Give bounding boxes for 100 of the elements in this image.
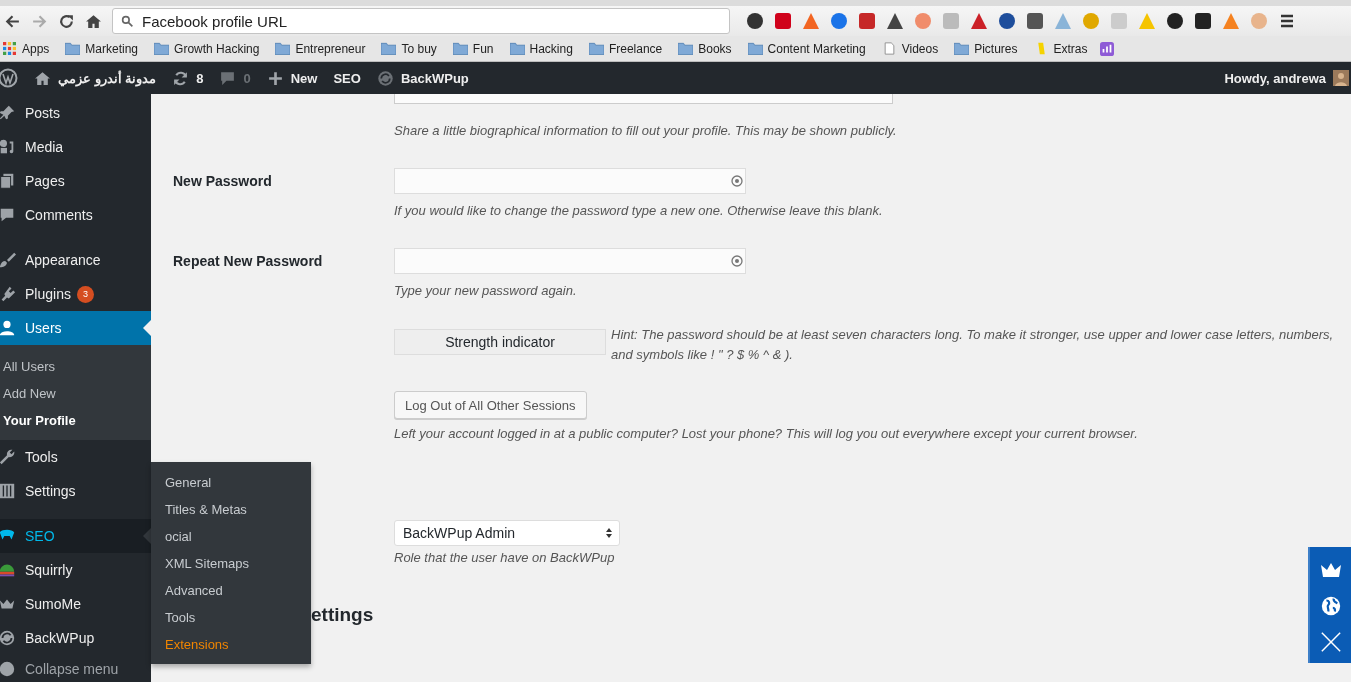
menu-icon-glyph [0,206,16,224]
flyout-item[interactable]: General [151,469,311,496]
password-field[interactable] [394,168,746,194]
apps-icon [2,42,17,55]
plus-icon [266,69,284,87]
folder-icon [154,42,170,55]
extension-icon[interactable] [1194,12,1212,30]
close-icon[interactable] [1318,631,1343,653]
menu-icon-glyph [0,251,16,269]
globe-icon [376,69,394,87]
site-link[interactable]: مدونة أندرو عزمي [26,69,165,87]
search-icon [121,14,134,28]
admin-bar-link[interactable]: SEO [325,70,369,86]
account-link[interactable]: Howdy, andrewa [1216,70,1351,86]
bookmark[interactable]: Freelance [588,41,663,56]
field-label: New Password [173,172,273,191]
menu-item[interactable]: SumoMe [0,587,151,621]
collapse-menu-button[interactable]: Collapse menu [0,655,151,682]
extension-icon[interactable] [746,12,764,30]
admin-bar-link[interactable]: BackWPup [368,69,477,87]
field-description: Share a little biographical information to fill out your profile. This may be shown publicly. [394,123,898,138]
folder-icon [747,42,763,55]
menu-item[interactable]: Tools [0,440,151,474]
field-description: If you would like to change the password type a new one. Otherwise leave this blank. [394,203,884,218]
home-icon[interactable] [85,12,102,30]
submenu-item[interactable]: All Users [0,353,151,380]
menu-item[interactable]: Settings [0,474,151,508]
address-bar[interactable]: Facebook profile URL [112,8,730,34]
avatar-icon [1333,70,1349,86]
menu-item[interactable]: Squirrly [0,553,151,587]
bookmark[interactable]: Pictures [954,41,1018,56]
submenu-item[interactable]: Add New [0,380,151,407]
refresh-icon [172,69,190,87]
folder-icon [588,42,604,55]
menu-item[interactable]: Pages [0,164,151,198]
bookmark[interactable]: Videos [881,41,939,56]
bookmark[interactable]: Hacking [509,41,573,56]
menu-item[interactable]: Posts [0,96,151,130]
bookmark[interactable]: Content Marketing [747,41,866,56]
submenu-item[interactable]: Your Profile [0,407,151,434]
strength-indicator: Strength indicator [394,329,606,355]
folder-icon [381,42,397,55]
log-out-sessions-button[interactable]: Log Out of All Other Sessions [394,391,587,419]
menu-item[interactable]: Media [0,130,151,164]
field-description: Type your new password again. [394,283,578,298]
extension-icon[interactable] [1026,12,1044,30]
menu-icon-glyph [0,319,16,337]
updates-link[interactable]: 8 [164,69,212,87]
bookmark[interactable]: Marketing [65,41,139,56]
field-description: Left your account logged in at a public computer? Lost your phone? This will log you out everywhere except your current browser. [394,426,1139,441]
update-count-badge: 3 [76,285,94,303]
menu-item[interactable]: BackWPup [0,621,151,655]
folder-icon [452,42,468,55]
menu-item[interactable]: Users [0,311,151,345]
chart-icon[interactable] [1099,41,1114,56]
wordpress-icon[interactable] [0,68,18,88]
flyout-item[interactable]: Advanced [151,577,311,604]
flyout-item[interactable]: ocial [151,523,311,550]
folder-icon [954,42,970,55]
bookmark[interactable]: Growth Hacking [154,41,260,56]
extension-icon[interactable] [1166,12,1184,30]
collapse-icon [0,660,16,678]
menu-icon-glyph [0,448,16,466]
eye-icon [731,175,743,187]
bookmark[interactable]: Fun [452,41,494,56]
new-link[interactable]: New [258,69,326,87]
password-hint: Hint: The password should be at least seven characters long. To make it stronger, use upper and lower case letters, numbers, and symbols like ! " ? $ % ^ & ). [611,326,1335,364]
home-icon [34,69,51,87]
folder-icon [678,42,694,55]
bookmark[interactable]: Books [678,41,732,56]
menu-icon-glyph [0,104,16,122]
password-field[interactable] [394,248,746,274]
field-description: Role that the user have on BackWPup [394,550,616,565]
folder-icon [65,42,81,55]
bookmark[interactable]: Apps [2,41,50,56]
menu-icon[interactable] [1278,12,1296,30]
menu-item[interactable]: Comments [0,198,151,232]
bookmark[interactable]: Entrepreneur [275,41,366,56]
select-arrows-icon [605,527,613,539]
eye-icon [731,255,743,267]
flyout-item[interactable]: XML Sitemaps [151,550,311,577]
flyout-item[interactable]: Titles & Metas [151,496,311,523]
reload-icon[interactable] [58,12,75,30]
menu-item[interactable]: SEO [0,519,151,553]
bookmark[interactable]: To buy [381,41,437,56]
menu-icon-glyph [0,285,16,303]
field-label: Repeat New Password [173,252,324,271]
extension-icon[interactable] [998,12,1016,30]
folder-icon [275,42,291,55]
menu-icon-glyph [0,138,16,156]
bookmark[interactable]: Extras [1033,41,1088,56]
menu-item[interactable]: Appearance [0,243,151,277]
extension-icon[interactable] [886,12,904,30]
comment-icon [219,69,237,87]
flyout-item[interactable]: Extensions [151,631,311,658]
section-heading: ettings [311,604,374,626]
flyout-item[interactable]: Tools [151,604,311,631]
role-select[interactable]: BackWPup Admin [394,520,620,546]
menu-item[interactable]: Plugins 3 [0,277,151,311]
folder-icon [509,42,525,55]
